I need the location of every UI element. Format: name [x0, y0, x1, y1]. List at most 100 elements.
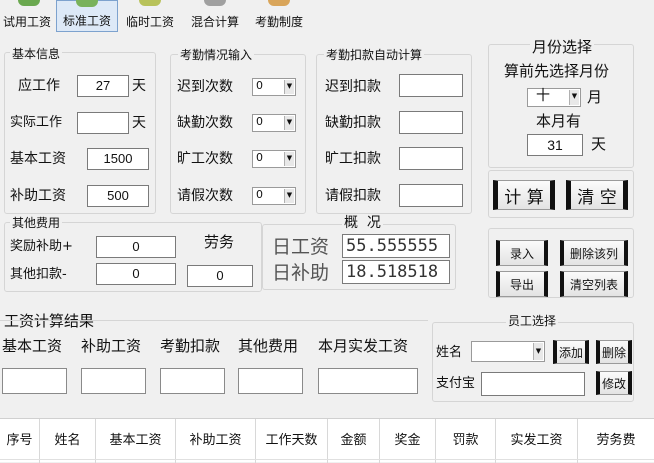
export-button[interactable]: 导出 — [496, 271, 548, 297]
days-unit: 天 — [591, 135, 607, 153]
alipay-input[interactable] — [481, 372, 585, 396]
late-count-select[interactable]: 0 ▼ — [252, 78, 296, 96]
column-header[interactable]: 姓名 — [40, 419, 96, 463]
month-unit: 月 — [587, 88, 603, 106]
truancy-count-label: 旷工次数 — [177, 151, 233, 167]
leave-deduct-label: 请假扣款 — [325, 188, 381, 204]
enter-button[interactable]: 录入 — [496, 240, 548, 266]
tab-mixed-calc[interactable]: 混合计算 — [184, 0, 246, 32]
column-header[interactable]: 罚款 — [436, 419, 496, 463]
daily-wage-value: 55.555555 — [342, 234, 450, 258]
result-header: 其他费用 — [238, 337, 299, 355]
actual-work-unit: 天 — [132, 115, 146, 131]
should-work-input[interactable]: 27 — [77, 75, 129, 97]
other-deduct-input[interactable]: 0 — [96, 263, 176, 285]
leave-deduct-input[interactable] — [399, 184, 463, 207]
month-value: 十 — [536, 88, 550, 104]
column-header[interactable]: 金额 — [328, 419, 380, 463]
toolbar: 试用工资 标准工资 临时工资 混合计算 考勤制度 — [0, 0, 654, 32]
trial-wage-icon — [18, 0, 40, 6]
labor-input[interactable]: 0 — [187, 265, 253, 287]
result-title: 工资计算结果 — [4, 312, 95, 330]
result-header: 本月实发工资 — [318, 337, 409, 355]
chevron-down-icon[interactable]: ▼ — [284, 189, 294, 203]
result-header: 基本工资 — [2, 337, 63, 355]
wage-table[interactable]: 序号 姓名 基本工资 补助工资 工作天数 金额 奖金 罚款 实发工资 劳务费 — [0, 418, 654, 463]
days-input[interactable]: 31 — [527, 134, 583, 156]
late-count-label: 迟到次数 — [177, 79, 233, 95]
basic-info-title: 基本信息 — [10, 47, 63, 61]
days-label: 本月有 — [536, 112, 582, 130]
late-deduct-label: 迟到扣款 — [325, 79, 381, 95]
header-divider — [0, 459, 654, 460]
overview-title: 概 况 — [342, 214, 383, 232]
chevron-down-icon[interactable]: ▼ — [284, 80, 294, 94]
daily-allowance-value: 18.518518 — [342, 260, 450, 284]
clear-button[interactable]: 清 空 — [566, 180, 628, 210]
truancy-count-select[interactable]: 0 ▼ — [252, 150, 296, 168]
absence-deduct-input[interactable] — [399, 111, 463, 134]
column-header[interactable]: 实发工资 — [496, 419, 578, 463]
calculate-button[interactable]: 计 算 — [493, 180, 555, 210]
tab-attendance-rule[interactable]: 考勤制度 — [248, 0, 310, 32]
tab-label: 试用工资 — [2, 15, 51, 29]
attendance-rule-icon — [268, 0, 290, 6]
result-base-wage — [2, 368, 67, 394]
absence-count-value: 0 — [256, 115, 263, 128]
mixed-calc-icon — [204, 0, 226, 6]
absence-deduct-label: 缺勤扣款 — [325, 115, 381, 131]
alipay-label: 支付宝 — [436, 376, 476, 391]
column-header[interactable]: 工作天数 — [256, 419, 328, 463]
chevron-down-icon[interactable]: ▼ — [284, 116, 294, 130]
allowance-input[interactable]: 500 — [87, 185, 149, 207]
tab-label: 临时工资 — [125, 15, 174, 29]
tab-label: 考勤制度 — [254, 15, 303, 29]
base-wage-label: 基本工资 — [10, 151, 66, 167]
tab-standard-wage[interactable]: 标准工资 — [56, 0, 118, 32]
truancy-deduct-label: 旷工扣款 — [325, 151, 381, 167]
result-net-pay — [318, 368, 418, 394]
result-attendance-deduct — [160, 368, 225, 394]
chevron-down-icon[interactable]: ▼ — [533, 343, 543, 360]
column-header[interactable]: 序号 — [0, 419, 40, 463]
column-header[interactable]: 基本工资 — [96, 419, 176, 463]
base-wage-input[interactable]: 1500 — [87, 148, 149, 170]
should-work-unit: 天 — [132, 78, 146, 94]
late-deduct-input[interactable] — [399, 74, 463, 97]
should-work-label: 应工作 — [18, 78, 60, 94]
month-select[interactable]: 十 ▼ — [527, 88, 581, 107]
name-select[interactable]: ▼ — [471, 341, 545, 362]
month-hint: 算前先选择月份 — [504, 62, 610, 80]
column-header[interactable]: 劳务费 — [578, 419, 654, 463]
leave-count-label: 请假次数 — [177, 188, 233, 204]
truancy-deduct-input[interactable] — [399, 147, 463, 170]
tab-temp-wage[interactable]: 临时工资 — [120, 0, 180, 32]
result-other-fees — [238, 368, 303, 394]
bonus-input[interactable]: 0 — [96, 236, 176, 258]
leave-count-select[interactable]: 0 ▼ — [252, 187, 296, 205]
employee-title: 员工选择 — [506, 314, 559, 328]
deduction-title: 考勤扣款自动计算 — [324, 48, 425, 62]
attendance-title: 考勤情况输入 — [178, 48, 255, 62]
month-title: 月份选择 — [530, 38, 595, 56]
add-employee-button[interactable]: 添加 — [553, 340, 589, 364]
tab-trial-wage[interactable]: 试用工资 — [0, 0, 54, 32]
absence-count-label: 缺勤次数 — [177, 115, 233, 131]
absence-count-select[interactable]: 0 ▼ — [252, 114, 296, 132]
other-fees-title: 其他费用 — [10, 216, 63, 230]
delete-column-button[interactable]: 删除该列 — [560, 240, 628, 266]
delete-employee-button[interactable]: 删除 — [596, 340, 632, 364]
clear-list-button[interactable]: 清空列表 — [560, 271, 628, 297]
chevron-down-icon[interactable]: ▼ — [284, 152, 294, 166]
leave-count-value: 0 — [256, 188, 263, 201]
result-header: 补助工资 — [81, 337, 142, 355]
result-divider — [0, 320, 428, 321]
column-header[interactable]: 补助工资 — [176, 419, 256, 463]
edit-employee-button[interactable]: 修改 — [596, 371, 632, 395]
column-header[interactable]: 奖金 — [380, 419, 436, 463]
tab-label: 标准工资 — [62, 14, 111, 28]
result-header: 考勤扣款 — [160, 337, 221, 355]
chevron-down-icon[interactable]: ▼ — [569, 90, 579, 105]
truancy-count-value: 0 — [256, 151, 263, 164]
actual-work-input[interactable] — [77, 112, 129, 134]
